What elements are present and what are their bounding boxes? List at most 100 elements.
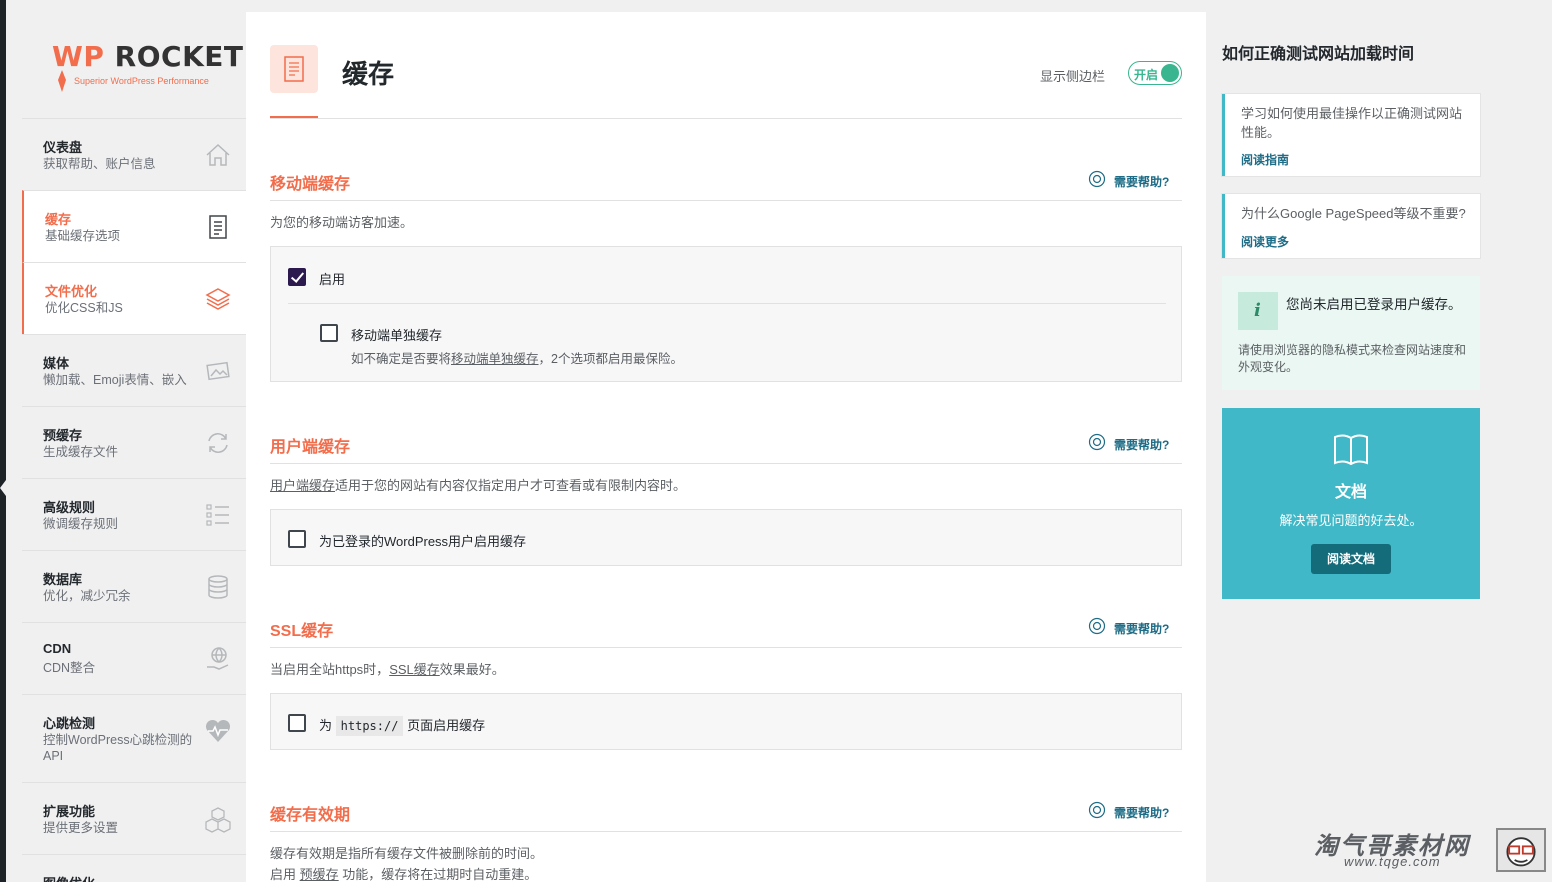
nav-item-addons[interactable]: 扩展功能 提供更多设置	[22, 782, 246, 854]
label-text: 为	[319, 718, 333, 733]
desc-text: 功能，缓存将在过期时自动重建。	[342, 867, 538, 882]
user-cache-options: 为已登录的WordPress用户启用缓存	[270, 509, 1182, 566]
file-icon	[209, 215, 227, 239]
card-text: 为什么Google PageSpeed等级不重要?	[1241, 206, 1466, 221]
nav-title: 数据库	[43, 572, 83, 587]
logo-tagline: Superior WordPress Performance	[74, 76, 209, 86]
nav-subtitle: 优化，减少冗余	[43, 589, 131, 603]
nav-title: 文件优化	[45, 284, 98, 299]
enable-mobile-cache-checkbox[interactable]	[288, 268, 306, 286]
checkbox-label: 移动端单独缓存	[351, 328, 443, 343]
docs-card: 文档 解决常见问题的好去处。 阅读文档	[1222, 408, 1480, 599]
watermark-face-icon	[1496, 828, 1546, 872]
option-divider	[288, 303, 1166, 304]
desc-link[interactable]: SSL缓存	[389, 662, 440, 677]
section-desc: 缓存有效期是指所有缓存文件被删除前的时间。	[270, 846, 544, 861]
desc-text: 当启用全站https时，	[270, 662, 390, 677]
option-hint: 如不确定是否要将移动端单独缓存，2个选项都启用最保险。	[351, 348, 683, 367]
sidebar-toggle[interactable]: 开启	[1128, 61, 1182, 85]
lifebuoy-icon	[1088, 617, 1106, 635]
hint-text: 如不确定是否要将	[351, 352, 452, 366]
read-guide-link[interactable]: 阅读指南	[1241, 151, 1289, 168]
refresh-icon	[208, 433, 228, 453]
nav-subtitle: 控制WordPress心跳检测的API	[43, 733, 193, 763]
lifebuoy-icon	[1088, 170, 1106, 188]
checkbox-label: 为 https:// 页面启用缓存	[319, 715, 485, 736]
cubes-icon	[205, 807, 231, 833]
toggle-knob	[1161, 64, 1179, 82]
main-panel: 缓存 显示侧边栏 开启 移动端缓存 需要帮助? 为您的移动端访客加速。 启用 移…	[246, 12, 1206, 882]
settings-sidebar: WP ROCKET Superior WordPress Performance…	[6, 12, 246, 882]
section-desc: 用户端缓存适用于您的网站有内容仅指定用户才可查看或有限制内容时。	[270, 475, 686, 494]
guide-card: 学习如何使用最佳操作以正确测试网站性能。 阅读指南	[1222, 94, 1480, 176]
nav-subtitle: 基础缓存选项	[45, 229, 121, 243]
help-link[interactable]: 需要帮助?	[1114, 436, 1169, 453]
section-divider	[270, 647, 1182, 648]
nav-title: 高级规则	[43, 500, 96, 515]
notice-desc: 请使用浏览器的隐私模式来检查网站速度和外观变化。	[1238, 343, 1467, 374]
section-desc: 为您的移动端访客加速。	[270, 215, 414, 230]
checkbox-label: 启用	[319, 272, 346, 287]
globe-hand-icon	[207, 647, 229, 670]
section-desc: 当启用全站https时，SSL缓存效果最好。	[270, 659, 505, 678]
separate-mobile-cache-checkbox[interactable]	[320, 324, 338, 342]
page-icon-underline	[270, 116, 318, 118]
header-divider	[270, 118, 1182, 119]
mobile-cache-options: 启用 移动端单独缓存 如不确定是否要将移动端单独缓存，2个选项都启用最保险。	[270, 246, 1182, 382]
nav-subtitle: CDN整合	[43, 661, 96, 675]
nav-subtitle: 优化CSS和JS	[45, 301, 123, 315]
list-icon	[206, 504, 229, 526]
nav-item-database[interactable]: 数据库 优化，减少冗余	[22, 550, 246, 622]
nav-subtitle: 获取帮助、账户信息	[43, 157, 156, 171]
page-title: 缓存	[342, 59, 395, 89]
card-text: 学习如何使用最佳操作以正确测试网站性能。	[1241, 106, 1463, 140]
logo-wordmark: WP ROCKET	[52, 40, 244, 73]
logged-in-cache-checkbox[interactable]	[288, 530, 306, 548]
nav-item-cache[interactable]: 缓存 基础缓存选项	[22, 190, 246, 262]
section-title-ssl-cache: SSL缓存	[270, 623, 334, 640]
section-title-user-cache: 用户端缓存	[270, 439, 351, 456]
section-divider	[270, 463, 1182, 464]
nav-item-cdn[interactable]: CDN CDN整合	[22, 622, 246, 694]
help-link[interactable]: 需要帮助?	[1114, 620, 1169, 637]
pagespeed-card: 为什么Google PageSpeed等级不重要? 阅读更多	[1222, 194, 1480, 258]
help-link[interactable]: 需要帮助?	[1114, 173, 1169, 190]
help-link[interactable]: 需要帮助?	[1114, 804, 1169, 821]
nav-subtitle: 生成缓存文件	[43, 445, 119, 459]
nav-title: 仪表盘	[43, 140, 83, 155]
wp-rocket-logo[interactable]: WP ROCKET Superior WordPress Performance	[46, 34, 243, 104]
https-cache-checkbox[interactable]	[288, 714, 306, 732]
nav-item-advanced-rules[interactable]: 高级规则 微调缓存规则	[22, 478, 246, 550]
read-more-link[interactable]: 阅读更多	[1241, 233, 1289, 250]
nav-title: 图像优化	[43, 873, 95, 882]
nav-item-image-optimization[interactable]: 图像优化	[22, 854, 246, 882]
nav-title: 预缓存	[43, 428, 83, 443]
section-title-mobile-cache: 移动端缓存	[270, 176, 351, 193]
desc-text: 效果最好。	[439, 662, 505, 677]
database-icon	[208, 575, 228, 599]
watermark: 淘气哥素材网 www.tqge.com	[1314, 826, 1552, 876]
ssl-cache-options: 为 https:// 页面启用缓存	[270, 693, 1182, 750]
home-icon	[206, 143, 230, 166]
right-sidebar: 如何正确测试网站加载时间 学习如何使用最佳操作以正确测试网站性能。 阅读指南 为…	[1222, 12, 1482, 882]
nav-item-preload[interactable]: 预缓存 生成缓存文件	[22, 406, 246, 478]
nav-subtitle: 提供更多设置	[43, 821, 119, 835]
nav-title: 媒体	[43, 356, 70, 371]
section-divider	[270, 200, 1182, 201]
desc-link[interactable]: 用户端缓存	[270, 478, 335, 493]
read-docs-button[interactable]: 阅读文档	[1311, 544, 1391, 574]
nav-item-file-optimization[interactable]: 文件优化 优化CSS和JS	[22, 262, 246, 334]
desc-link[interactable]: 预缓存	[300, 867, 339, 882]
nav-title: CDN	[43, 641, 72, 656]
layers-icon	[205, 288, 231, 310]
section-title-cache-lifespan: 缓存有效期	[270, 807, 351, 824]
heart-icon	[205, 719, 231, 742]
nav-item-media[interactable]: 媒体 懒加载、Emoji表情、嵌入	[22, 334, 246, 406]
nav-item-dashboard[interactable]: 仪表盘 获取帮助、账户信息	[22, 118, 246, 190]
nav-item-heartbeat[interactable]: 心跳检测 控制WordPress心跳检测的API	[22, 694, 246, 784]
hint-link[interactable]: 移动端单独缓存	[451, 352, 539, 366]
aside-title: 如何正确测试网站加载时间	[1222, 46, 1415, 63]
nav-subtitle: 微调缓存规则	[43, 517, 119, 531]
flame-icon	[58, 70, 66, 92]
desc-text: 启用	[270, 867, 297, 882]
